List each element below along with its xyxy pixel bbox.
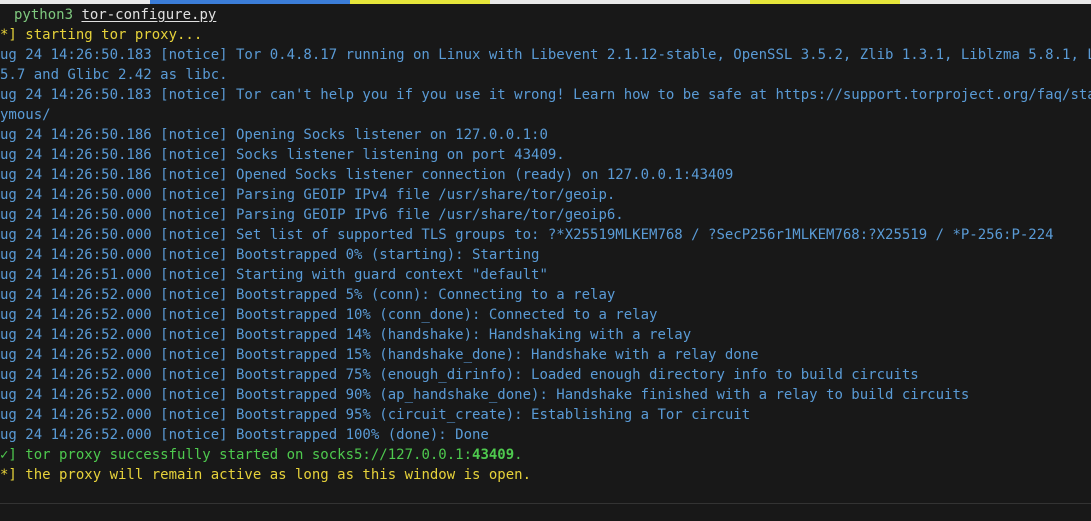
log-line: ug 24 14:26:52.000 [notice] Bootstrapped… (0, 307, 658, 323)
bottom-divider (0, 503, 1091, 504)
log-line: ug 24 14:26:52.000 [notice] Bootstrapped… (0, 407, 751, 423)
log-line: ug 24 14:26:50.186 [notice] Opened Socks… (0, 167, 734, 183)
info-text: the proxy will remain active as long as … (16, 467, 532, 483)
log-line: ug 24 14:26:52.000 [notice] Bootstrapped… (0, 347, 759, 363)
tab-strip-segment (900, 0, 1091, 4)
tab-strip-segment (150, 0, 350, 4)
command-name: python3 (14, 7, 74, 23)
tab-strip-segment (490, 0, 750, 4)
status-line-success: ✓] tor proxy successfully started on soc… (0, 445, 1091, 465)
terminal-window[interactable]: python3 tor-configure.py *] starting tor… (0, 0, 1091, 521)
log-line: ug 24 14:26:52.000 [notice] Bootstrapped… (0, 427, 489, 443)
log-line: ug 24 14:26:52.000 [notice] Bootstrapped… (0, 367, 919, 383)
tab-strip-segment (350, 0, 490, 4)
status-line-info: *] the proxy will remain active as long … (0, 465, 1091, 485)
log-line: ug 24 14:26:50.183 [notice] Tor 0.4.8.17… (0, 47, 1091, 63)
log-line: ug 24 14:26:52.000 [notice] Bootstrapped… (0, 287, 616, 303)
log-line: ug 24 14:26:50.000 [notice] Parsing GEOI… (0, 187, 616, 203)
tab-strip-segment (750, 0, 900, 4)
log-line: ug 24 14:26:50.186 [notice] Opening Sock… (0, 127, 548, 143)
status-prefix: *] (0, 27, 17, 43)
log-lines: ug 24 14:26:50.183 [notice] Tor 0.4.8.17… (0, 45, 1091, 445)
success-suffix: . (514, 447, 523, 463)
log-line: ug 24 14:26:50.000 [notice] Bootstrapped… (0, 247, 540, 263)
terminal-output[interactable]: python3 tor-configure.py *] starting tor… (0, 5, 1091, 485)
log-line: ug 24 14:26:52.000 [notice] Bootstrapped… (0, 327, 692, 343)
log-line: ymous/ (0, 107, 51, 123)
log-line: ug 24 14:26:50.000 [notice] Set list of … (0, 227, 1054, 243)
command-prompt-line: python3 tor-configure.py (0, 5, 1091, 25)
success-port: 43409 (472, 447, 515, 463)
log-line: ug 24 14:26:50.183 [notice] Tor can't he… (0, 87, 1091, 103)
info-prefix: *] (0, 467, 17, 483)
success-prefix: ✓] (0, 447, 17, 463)
status-line-starting: *] starting tor proxy... (0, 25, 1091, 45)
log-line: ug 24 14:26:52.000 [notice] Bootstrapped… (0, 387, 970, 403)
log-line: ug 24 14:26:50.186 [notice] Socks listen… (0, 147, 565, 163)
log-line: 5.7 and Glibc 2.42 as libc. (0, 67, 228, 83)
status-text: starting tor proxy... (16, 27, 203, 43)
success-text: tor proxy successfully started on socks5… (16, 447, 473, 463)
log-line: ug 24 14:26:50.000 [notice] Parsing GEOI… (0, 207, 624, 223)
log-line: ug 24 14:26:51.000 [notice] Starting wit… (0, 267, 548, 283)
tab-strip-segment (0, 0, 150, 4)
command-file-argument[interactable]: tor-configure.py (81, 7, 216, 23)
